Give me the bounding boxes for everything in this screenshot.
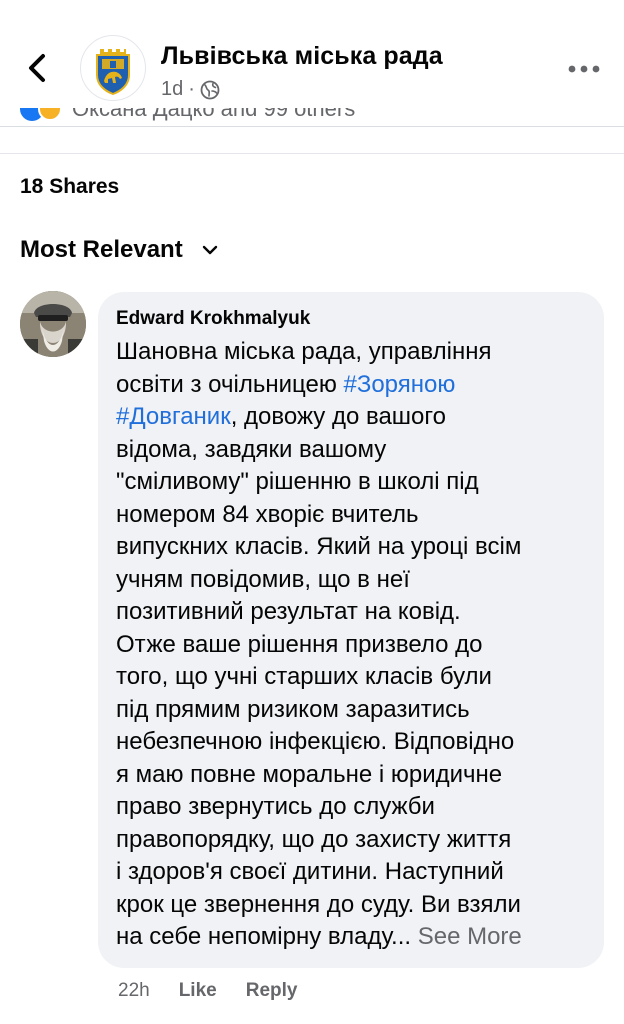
commenter-avatar[interactable]	[20, 291, 86, 357]
comment-author[interactable]: Edward Krokhmalyuk	[116, 308, 586, 330]
sort-label: Most Relevant	[20, 236, 183, 263]
comment-line: Шановна міська рада, управління	[116, 336, 586, 369]
more-options-button[interactable]	[566, 56, 602, 82]
comment-line: і здоров'я своєї дитини. Наступний	[116, 856, 586, 889]
comment-line: позитивний результат на ковід.	[116, 596, 586, 629]
like-button[interactable]: Like	[179, 980, 217, 1002]
meta-separator: ·	[188, 78, 195, 100]
comment-line: під прямим ризиком заразитись	[116, 694, 586, 727]
comment-line: номером 84 хворіє вчитель	[116, 499, 586, 532]
comment-text-segment: право звернутись до служби	[116, 793, 435, 820]
globe-icon	[200, 80, 220, 99]
chevron-left-icon	[29, 54, 45, 82]
comment-actions: 22h Like Reply	[118, 980, 326, 1002]
comment-line: #Довганик, довожу до вашого	[116, 401, 586, 434]
lviv-coat-of-arms-logo	[96, 49, 130, 96]
post-meta: 1d ·	[161, 78, 220, 101]
reactions-text: Оксана Дацко and 99 others	[72, 108, 356, 121]
comment-text-segment: правопорядку, що до захисту життя	[116, 825, 512, 853]
comment-text-segment: на себе непомірну владу...	[116, 923, 418, 950]
hashtag-link[interactable]: #Довганик	[116, 403, 231, 430]
comment-line: учням повідомив, що в неї	[116, 564, 586, 597]
back-button[interactable]	[18, 48, 58, 88]
reply-button[interactable]: Reply	[246, 980, 298, 1002]
comment-line: я маю повне моральне і юридичне	[116, 759, 586, 792]
comment-text-segment: позитивний результат на ковід.	[116, 598, 461, 625]
care-reaction-icon	[38, 108, 62, 121]
comment-text: Шановна міська рада, управління освіти з …	[116, 336, 586, 954]
comment-text-segment: Шановна міська рада, управління	[116, 338, 492, 365]
header-divider	[0, 126, 624, 127]
chevron-down-icon	[202, 245, 217, 255]
comment-text-segment: випускних класів. Який на уроці всім	[116, 533, 522, 560]
comment-text-segment: я маю повне моральне і юридичне	[116, 760, 503, 788]
page-name[interactable]: Львівська міська рада	[161, 42, 443, 71]
comment-text-segment: учням повідомив, що в неї	[116, 565, 410, 593]
comment-line: "сміливому" рішенню в школі під	[116, 466, 586, 499]
comment-line: на себе непомірну владу... See More	[116, 921, 586, 954]
comment-text-segment: і здоров'я своєї дитини. Наступний	[116, 858, 504, 885]
commenter-photo	[20, 291, 86, 357]
comment-text-segment: , довожу до вашого	[230, 403, 446, 430]
comment-line: освіти з очільницею #Зоряною	[116, 369, 586, 402]
more-horizontal-icon	[568, 65, 600, 73]
comment-sort-button[interactable]: Most Relevant	[20, 236, 219, 264]
comment-line: небезпечною інфекцією. Відповідно	[116, 726, 586, 759]
comment-text-segment: крок це звернення до суду. Ви взяли	[116, 890, 521, 918]
comment-bubble: Edward Krokhmalyuk Шановна міська рада, …	[98, 292, 604, 968]
comment-text-segment: того, що учні старших класів були	[116, 663, 492, 690]
comment-text-segment: освіти з очільницею	[116, 370, 344, 398]
comment-text-segment: "сміливому" рішенню в школі під	[116, 468, 479, 495]
comment-line: Отже ваше рішення призвело до	[116, 629, 586, 662]
comment-text-segment: відома, завдяки вашому	[116, 435, 387, 463]
page-avatar[interactable]	[80, 35, 146, 101]
comment-line: того, що учні старших класів були	[116, 661, 586, 694]
post-time[interactable]: 1d	[161, 78, 183, 101]
comment-text-segment: номером 84 хворіє вчитель	[116, 500, 419, 528]
hashtag-link[interactable]: #Зоряною	[343, 371, 455, 398]
comment-line: відома, завдяки вашому	[116, 434, 586, 467]
reactions-divider	[0, 153, 624, 154]
comment-time[interactable]: 22h	[118, 980, 150, 1002]
see-more-link[interactable]: See More	[418, 923, 522, 950]
reactions-summary[interactable]: Оксана Дацко and 99 others	[20, 108, 420, 126]
shares-count[interactable]: 18 Shares	[20, 175, 119, 199]
comment-line: крок це звернення до суду. Ви взяли	[116, 889, 586, 922]
comment-text-segment: небезпечною інфекцією. Відповідно	[116, 728, 515, 755]
comment-text-segment: під прямим ризиком заразитись	[116, 695, 470, 723]
comment-line: випускних класів. Який на уроці всім	[116, 531, 586, 564]
comment-text-segment: Отже ваше рішення призвело до	[116, 630, 483, 658]
post-header: Львівська міська рада 1d · Оксана Дацко …	[0, 0, 624, 126]
comment-line: право звернутись до служби	[116, 791, 586, 824]
comment-line: правопорядку, що до захисту життя	[116, 824, 586, 857]
